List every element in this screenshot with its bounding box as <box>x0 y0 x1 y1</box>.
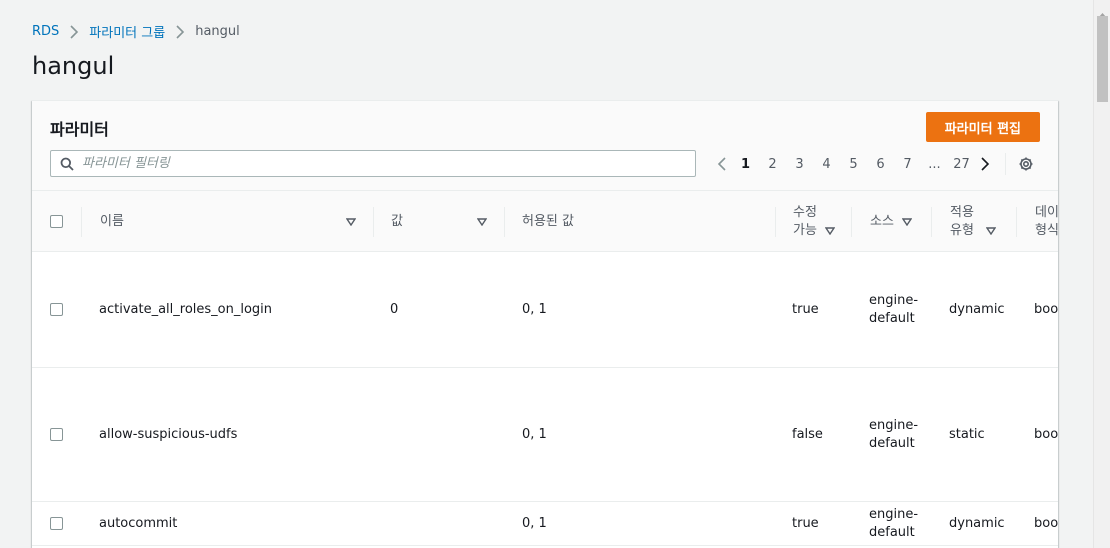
column-divider <box>775 207 776 237</box>
cell-apply-type: dynamic <box>949 301 1005 317</box>
cell-name: allow-suspicious-udfs <box>99 426 238 442</box>
cell-apply-type: static <box>949 426 985 442</box>
table-header: 이름 값 허용된 값 수정 가능 소스 적용 유형 데이터 형식 <box>32 191 1058 252</box>
pagination: 1 2 3 4 5 6 7 ... 27 <box>712 153 1034 175</box>
cell-allowed: 0, 1 <box>522 426 547 442</box>
pagination-divider <box>1005 153 1006 175</box>
sort-down-icon[interactable] <box>477 217 487 226</box>
cell-name: autocommit <box>99 515 178 531</box>
row-checkbox[interactable] <box>50 517 63 530</box>
cell-data-type: boolean <box>1034 301 1058 317</box>
column-header-source[interactable]: 소스 <box>870 191 912 252</box>
column-divider <box>81 207 82 237</box>
column-label-data-type: 데이터 형식 <box>1035 204 1058 238</box>
column-header-modifiable[interactable]: 수정 가능 <box>793 191 843 252</box>
breadcrumb-rds[interactable]: RDS <box>32 24 59 39</box>
table-row: allow-suspicious-udfs 0, 1 false engine-… <box>32 368 1058 502</box>
column-divider <box>1016 207 1017 237</box>
column-label-modifiable: 수정 가능 <box>793 204 817 238</box>
column-label-allowed: 허용된 값 <box>522 213 574 229</box>
edit-parameters-button[interactable]: 파라미터 편집 <box>925 112 1040 142</box>
table-row: activate_all_roles_on_login 0 0, 1 true … <box>32 252 1058 368</box>
column-header-name[interactable]: 이름 <box>100 191 356 252</box>
cell-modifiable: true <box>792 515 819 531</box>
column-header-value[interactable]: 값 <box>391 191 487 252</box>
select-all-cell <box>50 191 63 252</box>
search-input[interactable] <box>82 156 695 171</box>
select-all-checkbox[interactable] <box>50 215 63 228</box>
cell-apply-type: dynamic <box>949 515 1005 531</box>
cell-modifiable: true <box>792 301 819 317</box>
sort-down-icon[interactable] <box>986 226 996 235</box>
previous-page-icon[interactable] <box>712 157 732 171</box>
page-27[interactable]: 27 <box>948 157 975 172</box>
search-icon <box>60 157 74 171</box>
row-checkbox[interactable] <box>50 428 63 441</box>
column-label-name: 이름 <box>100 213 124 229</box>
sort-down-icon[interactable] <box>346 217 356 226</box>
cell-source: engine-default <box>869 506 919 540</box>
cell-value: 0 <box>390 301 399 317</box>
chevron-right-icon <box>175 24 185 39</box>
cell-allowed: 0, 1 <box>522 515 547 531</box>
container-title: 파라미터 <box>50 120 109 139</box>
breadcrumb-current: hangul <box>195 24 240 39</box>
page-title: hangul <box>32 52 115 80</box>
sort-down-icon[interactable] <box>901 217 912 226</box>
column-header-data-type[interactable]: 데이터 형식 <box>1035 191 1058 252</box>
row-checkbox[interactable] <box>50 303 63 316</box>
page-ellipsis: ... <box>928 156 941 172</box>
page-4[interactable]: 4 <box>813 157 840 172</box>
table-row: autocommit 0, 1 true engine-default dyna… <box>32 502 1058 546</box>
column-header-apply-type[interactable]: 적용 유형 <box>950 191 1000 252</box>
page-7[interactable]: 7 <box>894 157 921 172</box>
column-header-allowed[interactable]: 허용된 값 <box>522 191 574 252</box>
column-label-source: 소스 <box>870 213 894 229</box>
chevron-right-icon <box>69 24 79 39</box>
container-header: 파라미터 파라미터 편집 1 2 3 4 5 6 7 ... 27 <box>32 101 1058 191</box>
column-label-value: 값 <box>391 213 403 229</box>
breadcrumb: RDS 파라미터 그룹 hangul <box>32 22 240 41</box>
cell-allowed: 0, 1 <box>522 301 547 317</box>
cell-source: engine-default <box>869 292 919 326</box>
cell-source: engine-default <box>869 417 919 451</box>
page-5[interactable]: 5 <box>840 157 867 172</box>
search-box <box>50 150 696 177</box>
cell-data-type: boolean <box>1034 515 1058 531</box>
column-divider <box>504 207 505 237</box>
page-scrollbar[interactable] <box>1093 0 1110 548</box>
sort-down-icon[interactable] <box>825 226 835 235</box>
page-2[interactable]: 2 <box>759 157 786 172</box>
page-6[interactable]: 6 <box>867 157 894 172</box>
page-1[interactable]: 1 <box>732 157 759 172</box>
cell-name: activate_all_roles_on_login <box>99 301 273 317</box>
scrollbar-thumb[interactable] <box>1097 16 1108 102</box>
breadcrumb-parameter-groups[interactable]: 파라미터 그룹 <box>89 22 165 41</box>
column-label-apply-type: 적용 유형 <box>950 204 974 238</box>
column-divider <box>931 207 932 237</box>
column-divider <box>851 207 852 237</box>
column-divider <box>373 207 374 237</box>
cell-data-type: boolean <box>1034 426 1058 442</box>
next-page-icon[interactable] <box>975 157 995 171</box>
cell-modifiable: false <box>792 426 823 442</box>
page-3[interactable]: 3 <box>786 157 813 172</box>
parameters-container: 파라미터 파라미터 편집 1 2 3 4 5 6 7 ... 27 <box>32 100 1058 548</box>
gear-icon[interactable] <box>1018 156 1034 172</box>
